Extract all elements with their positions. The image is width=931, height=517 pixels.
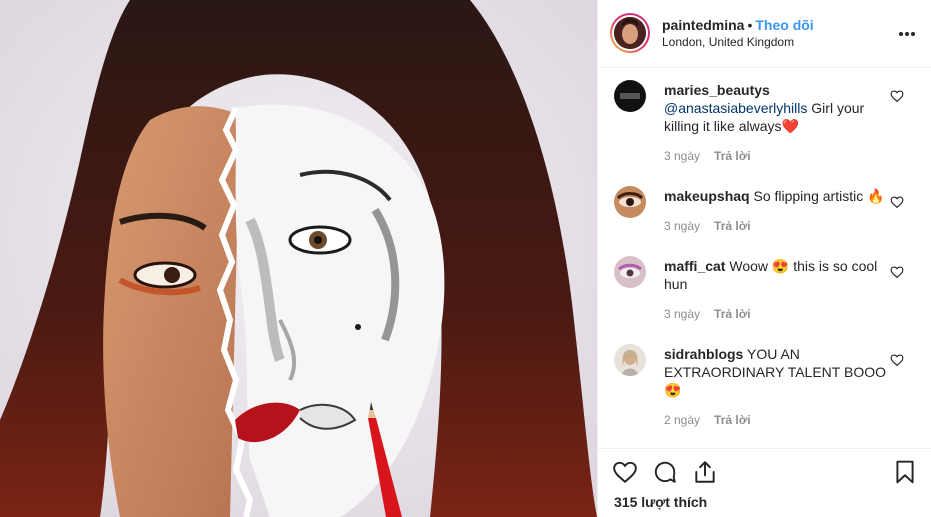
comment-icon[interactable] — [652, 459, 678, 485]
author-avatar[interactable] — [610, 13, 650, 53]
likes-count[interactable]: 315 lượt thích — [614, 494, 707, 510]
comments-list[interactable]: maries_beautys @anastasiabeverlyhills Gi… — [598, 68, 931, 448]
comment-username[interactable]: sidrahblogs — [664, 346, 743, 362]
reply-button[interactable]: Trả lời — [714, 219, 751, 233]
commenter-avatar[interactable] — [614, 186, 646, 218]
comment-time: 3 ngày — [664, 307, 701, 321]
comment-text: maries_beautys @anastasiabeverlyhills Gi… — [664, 81, 886, 135]
bookmark-icon[interactable] — [892, 459, 918, 485]
like-comment-heart-icon[interactable] — [890, 89, 904, 103]
like-comment-heart-icon[interactable] — [890, 353, 904, 367]
reply-button[interactable]: Trả lời — [714, 149, 751, 163]
follow-button[interactable]: Theo dõi — [755, 17, 813, 33]
reply-button[interactable]: Trả lời — [714, 413, 751, 427]
comment-text: maffi_cat Woow 😍 this is so cool hun — [664, 257, 886, 293]
comment-meta: 3 ngày Trả lời — [664, 149, 751, 163]
post-photo[interactable] — [0, 0, 597, 517]
post-actions: 315 lượt thích — [598, 448, 931, 517]
comment-username[interactable]: maries_beautys — [664, 82, 770, 98]
comment-body: So flipping artistic 🔥 — [749, 188, 885, 204]
comment-time: 3 ngày — [664, 219, 701, 233]
comment-text: sidrahblogs YOU AN EXTRAORDINARY TALENT … — [664, 345, 886, 399]
reply-button[interactable]: Trả lời — [714, 307, 751, 321]
post-side-panel: paintedmina • Theo dõi London, United King… — [597, 0, 931, 517]
like-comment-heart-icon[interactable] — [890, 265, 904, 279]
comment-text: makeupshaq So flipping artistic 🔥 — [664, 187, 886, 205]
comment-meta: 3 ngày Trả lời — [664, 307, 751, 321]
comment-time: 3 ngày — [664, 149, 701, 163]
more-horizontal-icon[interactable] — [897, 24, 917, 44]
commenter-avatar[interactable] — [614, 256, 646, 288]
comment-meta: 3 ngày Trả lời — [664, 219, 751, 233]
comment-mention[interactable]: @anastasiabeverlyhills — [664, 100, 807, 116]
comment-meta: 2 ngày Trả lời — [664, 413, 751, 427]
comment-time: 2 ngày — [664, 413, 701, 427]
comment-username[interactable]: makeupshaq — [664, 188, 750, 204]
share-icon[interactable] — [692, 459, 718, 485]
like-comment-heart-icon[interactable] — [890, 195, 904, 209]
post-location[interactable]: London, United Kingdom — [662, 35, 794, 49]
post-header: paintedmina • Theo dõi London, United King… — [598, 0, 931, 68]
author-username[interactable]: paintedmina — [662, 17, 744, 33]
heart-icon[interactable] — [612, 459, 638, 485]
separator-dot: • — [747, 17, 753, 33]
author-line: paintedmina • Theo dõi — [662, 17, 814, 33]
commenter-avatar[interactable] — [614, 80, 646, 112]
commenter-avatar[interactable] — [614, 344, 646, 376]
comment-username[interactable]: maffi_cat — [664, 258, 725, 274]
